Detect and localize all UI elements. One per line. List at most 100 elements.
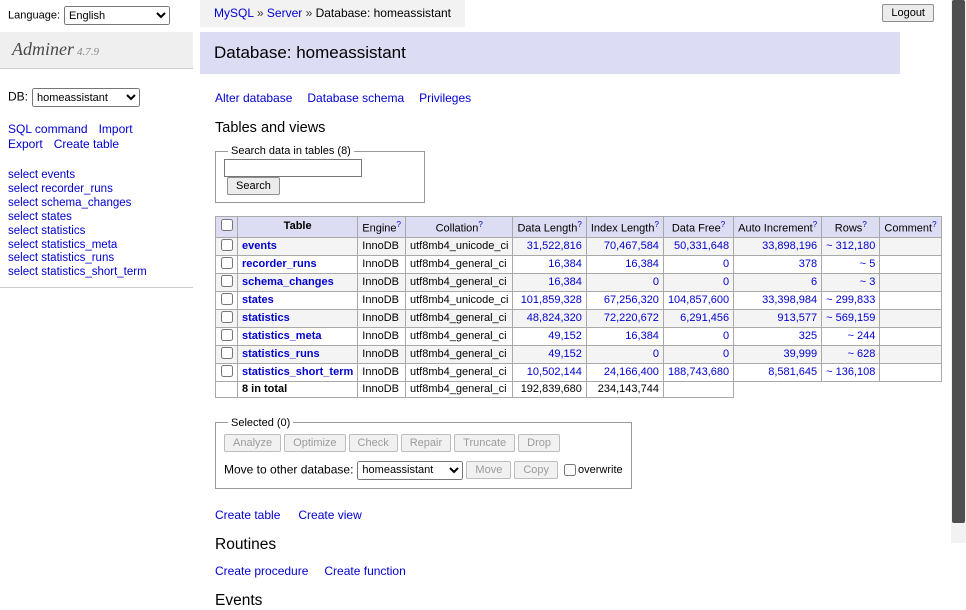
row-checkbox-recorder-runs[interactable] [221,257,233,269]
help-link-comment[interactable]: ? [932,220,936,229]
auto-increment-link[interactable]: 33,898,196 [762,240,817,252]
data-free-link[interactable]: 0 [723,258,729,270]
data-free-link[interactable]: 0 [723,330,729,342]
table-link-statistics-short-term[interactable]: statistics_short_term [242,366,353,378]
row-checkbox-statistics-meta[interactable] [221,329,233,341]
help-link-data-length[interactable]: ? [577,220,581,229]
sidebar-link-select-statistics-runs[interactable]: select statistics_runs [8,252,114,264]
table-link-recorder-runs[interactable]: recorder_runs [242,258,317,270]
move-db-select[interactable]: homeassistant [357,461,463,480]
row-checkbox-schema-changes[interactable] [221,275,233,287]
optimize-button[interactable]: Optimize [284,434,345,452]
alter-database-link[interactable]: Alter database [215,91,292,105]
help-link-rows[interactable]: ? [862,220,866,229]
truncate-button[interactable]: Truncate [454,434,515,452]
breadcrumb-link-server[interactable]: Server [267,6,302,20]
row-checkbox-statistics-short-term[interactable] [221,365,233,377]
help-link-auto-increment[interactable]: ? [813,220,817,229]
logout-button[interactable]: Logout [882,4,934,22]
rows-link[interactable]: ~ 569,159 [826,312,875,324]
sidebar-action-create-table[interactable]: Create table [54,137,119,151]
index-length-link[interactable]: 72,220,672 [604,312,659,324]
sidebar-action-sql-command[interactable]: SQL command [8,122,88,136]
sidebar-action-export[interactable]: Export [8,137,43,151]
data-free-link[interactable]: 104,857,600 [668,294,729,306]
data-length-link[interactable]: 10,502,144 [527,366,582,378]
index-length-link[interactable]: 67,256,320 [604,294,659,306]
index-length-link[interactable]: 70,467,584 [604,240,659,252]
create-procedure-link[interactable]: Create procedure [215,564,308,578]
sidebar-link-select-statistics-short-term[interactable]: select statistics_short_term [8,266,147,278]
rows-link[interactable]: ~ 136,108 [826,366,875,378]
rows-link[interactable]: ~ 628 [848,348,876,360]
table-link-events[interactable]: events [242,240,277,252]
table-link-statistics-runs[interactable]: statistics_runs [242,348,320,360]
help-link-data-free[interactable]: ? [721,220,725,229]
data-length-link[interactable]: 31,522,816 [527,240,582,252]
row-checkbox-states[interactable] [221,293,233,305]
repair-button[interactable]: Repair [401,434,451,452]
help-link-engine[interactable]: ? [397,220,401,229]
help-link-collation[interactable]: ? [478,220,482,229]
database-schema-link[interactable]: Database schema [307,91,404,105]
scrollbar-thumb[interactable] [952,0,965,523]
copy-button[interactable]: Copy [514,461,558,479]
sidebar-action-import[interactable]: Import [99,122,133,136]
data-length-link[interactable]: 16,384 [548,276,582,288]
sidebar-link-select-schema-changes[interactable]: select schema_changes [8,197,131,209]
auto-increment-link[interactable]: 33,398,984 [762,294,817,306]
rows-link[interactable]: ~ 299,833 [826,294,875,306]
check-all-checkbox[interactable] [221,219,233,231]
analyze-button[interactable]: Analyze [224,434,281,452]
table-link-statistics[interactable]: statistics [242,312,290,324]
search-input[interactable] [224,159,362,177]
auto-increment-link[interactable]: 378 [799,258,817,270]
data-length-link[interactable]: 48,824,320 [527,312,582,324]
help-link-index-length[interactable]: ? [654,220,658,229]
data-free-link[interactable]: 0 [723,348,729,360]
sidebar-link-select-recorder-runs[interactable]: select recorder_runs [8,183,113,195]
rows-link[interactable]: ~ 5 [860,258,876,270]
table-link-statistics-meta[interactable]: statistics_meta [242,330,322,342]
rows-link[interactable]: ~ 312,180 [826,240,875,252]
rows-link[interactable]: ~ 3 [860,276,876,288]
data-length-link[interactable]: 49,152 [548,330,582,342]
sidebar-link-select-events[interactable]: select events [8,169,75,181]
check-button[interactable]: Check [349,434,398,452]
index-length-link[interactable]: 16,384 [625,258,659,270]
auto-increment-link[interactable]: 325 [799,330,817,342]
drop-button[interactable]: Drop [518,434,560,452]
sidebar-link-select-states[interactable]: select states [8,211,72,223]
table-link-states[interactable]: states [242,294,274,306]
scrollbar-track[interactable] [951,0,966,543]
data-free-link[interactable]: 188,743,680 [668,366,729,378]
index-length-link[interactable]: 0 [653,276,659,288]
index-length-link[interactable]: 16,384 [625,330,659,342]
auto-increment-link[interactable]: 6 [811,276,817,288]
auto-increment-link[interactable]: 39,999 [784,348,818,360]
sidebar-link-select-statistics[interactable]: select statistics [8,225,85,237]
create-table-link[interactable]: Create table [215,508,280,522]
data-length-link[interactable]: 101,859,328 [521,294,582,306]
search-button[interactable]: Search [227,177,280,195]
index-length-link[interactable]: 24,166,400 [604,366,659,378]
sidebar-link-select-statistics-meta[interactable]: select statistics_meta [8,239,117,251]
privileges-link[interactable]: Privileges [419,91,471,105]
data-length-link[interactable]: 49,152 [548,348,582,360]
data-length-link[interactable]: 16,384 [548,258,582,270]
index-length-link[interactable]: 0 [653,348,659,360]
table-link-schema-changes[interactable]: schema_changes [242,276,334,288]
row-checkbox-statistics[interactable] [221,311,233,323]
move-button[interactable]: Move [466,461,511,479]
row-checkbox-statistics-runs[interactable] [221,347,233,359]
rows-link[interactable]: ~ 244 [848,330,876,342]
language-select[interactable]: English [64,6,170,25]
data-free-link[interactable]: 6,291,456 [680,312,729,324]
create-view-link[interactable]: Create view [298,508,361,522]
create-function-link[interactable]: Create function [324,564,405,578]
breadcrumb-link-mysql[interactable]: MySQL [214,6,254,20]
overwrite-checkbox[interactable] [564,464,576,476]
auto-increment-link[interactable]: 8,581,645 [768,366,817,378]
auto-increment-link[interactable]: 913,577 [777,312,817,324]
db-select[interactable]: homeassistant [32,88,140,107]
